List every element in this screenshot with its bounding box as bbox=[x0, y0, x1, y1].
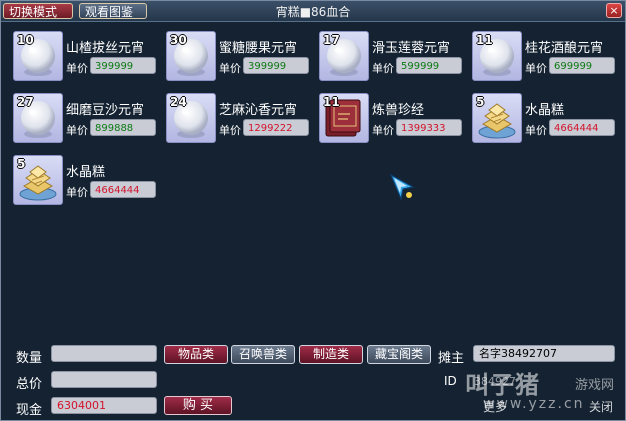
close-button[interactable]: × bbox=[606, 3, 622, 18]
item-slot[interactable]: 5 水晶糕单价 4664444 bbox=[13, 155, 163, 207]
snowball-icon[interactable]: 30 bbox=[166, 31, 216, 81]
item-quantity: 11 bbox=[476, 33, 493, 47]
item-slot[interactable]: 27 细磨豆沙元宵 单价 899888 bbox=[13, 93, 163, 145]
item-quantity: 10 bbox=[17, 33, 34, 47]
item-name: 芝麻沁香元宵 bbox=[219, 103, 298, 118]
snowball-icon[interactable]: 11 bbox=[472, 31, 522, 81]
snowball-icon[interactable]: 17 bbox=[319, 31, 369, 81]
footer-close-button[interactable]: 关闭 bbox=[589, 398, 613, 415]
watermark-brand: 叫子猪 bbox=[465, 371, 540, 399]
unit-price-field: 1299222 bbox=[243, 119, 309, 136]
window-title: 宵糕■86血合 bbox=[275, 5, 351, 19]
id-label: ID bbox=[444, 374, 457, 388]
total-price-field bbox=[51, 371, 157, 388]
item-quantity: 11 bbox=[323, 95, 340, 109]
cash-field: 6304001 bbox=[51, 397, 157, 414]
unit-price-label: 单价 bbox=[219, 124, 241, 137]
more-button[interactable]: 更多 bbox=[483, 398, 507, 415]
item-slot[interactable]: 5 水晶糕单价 4664444 bbox=[472, 93, 622, 145]
total-price-label: 总价 bbox=[16, 377, 43, 392]
cake-icon[interactable]: 5 bbox=[13, 155, 63, 205]
snowball-icon[interactable]: 24 bbox=[166, 93, 216, 143]
quantity-label: 数量 bbox=[16, 351, 43, 366]
unit-price-field: 399999 bbox=[243, 57, 309, 74]
owner-label: 摊主 bbox=[438, 351, 465, 366]
watermark-game: 游戏网 bbox=[575, 378, 615, 393]
owner-field: 名字38492707 bbox=[473, 345, 615, 362]
item-name: 水晶糕 bbox=[66, 165, 106, 180]
cake-icon[interactable]: 5 bbox=[472, 93, 522, 143]
unit-price-label: 单价 bbox=[219, 62, 241, 75]
item-name: 炼兽珍经 bbox=[372, 103, 425, 118]
buy-button[interactable]: 购 买 bbox=[164, 396, 232, 415]
item-slot[interactable]: 24 芝麻沁香元宵 单价 1299222 bbox=[166, 93, 316, 145]
cash-label: 现金 bbox=[16, 403, 43, 418]
category-items-button[interactable]: 物品类 bbox=[164, 345, 228, 364]
item-name: 细磨豆沙元宵 bbox=[66, 103, 145, 118]
unit-price-label: 单价 bbox=[525, 124, 547, 137]
unit-price-field: 4664444 bbox=[90, 181, 156, 198]
unit-price-field: 1399333 bbox=[396, 119, 462, 136]
unit-price-field: 899888 bbox=[90, 119, 156, 136]
unit-price-label: 单价 bbox=[66, 124, 88, 137]
unit-price-label: 单价 bbox=[66, 186, 88, 199]
item-slot[interactable]: 30 蜜糖腰果元宵 单价 399999 bbox=[166, 31, 316, 83]
category-treasure-button[interactable]: 藏宝阁类 bbox=[367, 345, 431, 364]
item-slot[interactable]: 11 桂花酒酿元宵 单价 699999 bbox=[472, 31, 622, 83]
title-bar: 切换模式 观看图鉴 宵糕■86血合 × bbox=[1, 1, 625, 22]
item-quantity: 5 bbox=[476, 95, 485, 109]
unit-price-field: 4664444 bbox=[549, 119, 615, 136]
item-slot[interactable]: 17 滑玉莲蓉元宵 单价 599999 bbox=[319, 31, 469, 83]
unit-price-label: 单价 bbox=[372, 124, 394, 137]
item-quantity: 27 bbox=[17, 95, 34, 109]
item-quantity: 17 bbox=[323, 33, 340, 47]
book-icon[interactable]: 11 bbox=[319, 93, 369, 143]
snowball-icon[interactable]: 27 bbox=[13, 93, 63, 143]
unit-price-label: 单价 bbox=[66, 62, 88, 75]
snowball-icon[interactable]: 10 bbox=[13, 31, 63, 81]
item-name: 桂花酒酿元宵 bbox=[525, 41, 604, 56]
item-quantity: 5 bbox=[17, 157, 26, 171]
stall-window: 切换模式 观看图鉴 宵糕■86血合 × 10 山楂拔丝元宵 单价 399999 30 蜜糖… bbox=[0, 0, 626, 421]
unit-price-field: 399999 bbox=[90, 57, 156, 74]
item-quantity: 30 bbox=[170, 33, 187, 47]
unit-price-label: 单价 bbox=[525, 62, 547, 75]
item-name: 水晶糕 bbox=[525, 103, 565, 118]
item-slot[interactable]: 10 山楂拔丝元宵 单价 399999 bbox=[13, 31, 163, 83]
unit-price-field: 699999 bbox=[549, 57, 615, 74]
item-quantity: 24 bbox=[170, 95, 187, 109]
unit-price-field: 599999 bbox=[396, 57, 462, 74]
category-summons-button[interactable]: 召唤兽类 bbox=[231, 345, 295, 364]
category-crafting-button[interactable]: 制造类 bbox=[299, 345, 363, 364]
cursor-icon bbox=[389, 173, 415, 201]
item-name: 山楂拔丝元宵 bbox=[66, 41, 145, 56]
quantity-field[interactable] bbox=[51, 345, 157, 362]
unit-price-label: 单价 bbox=[372, 62, 394, 75]
item-name: 滑玉莲蓉元宵 bbox=[372, 41, 451, 56]
item-slot[interactable]: 11 炼兽珍经单价 1399333 bbox=[319, 93, 469, 145]
item-name: 蜜糖腰果元宵 bbox=[219, 41, 298, 56]
